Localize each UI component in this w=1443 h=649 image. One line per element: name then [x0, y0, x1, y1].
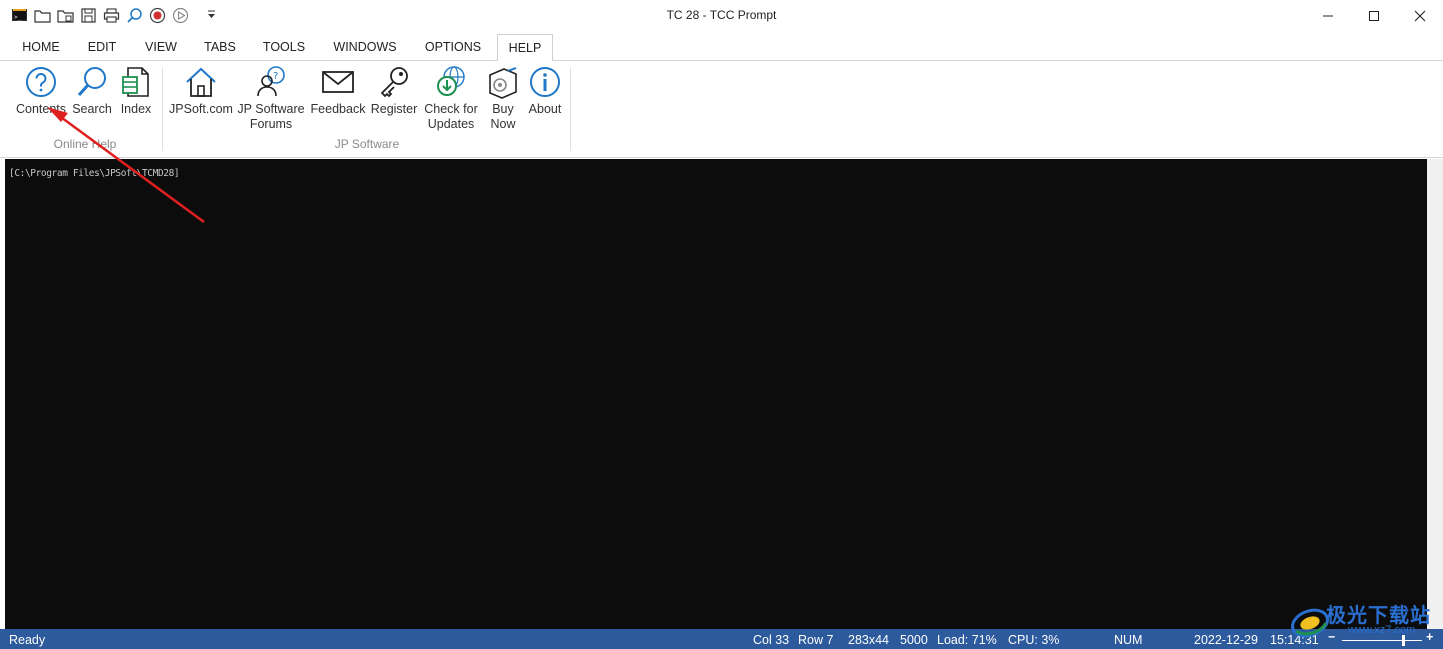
status-bar: Ready Col 33 Row 7 283x44 5000 Load: 71%…: [0, 629, 1443, 649]
tab-options[interactable]: OPTIONS: [416, 34, 490, 61]
status-window-size: 283x44: [848, 633, 890, 647]
check-for-updates-line1: Check for: [424, 102, 478, 116]
magnifier-icon: [77, 67, 106, 97]
contents-label: Contents: [15, 102, 67, 116]
forums-icon: ?: [257, 66, 285, 97]
buy-now-line1: Buy: [492, 102, 514, 116]
index-button[interactable]: Index: [116, 65, 156, 117]
group-separator: [570, 67, 571, 151]
question-circle-icon: [26, 67, 56, 97]
register-button[interactable]: Register: [369, 65, 419, 117]
index-icon: [122, 67, 149, 97]
globe-download-icon: [437, 66, 465, 96]
group-label-online-help: Online Help: [53, 137, 117, 151]
status-buffer: 5000: [900, 633, 928, 647]
buy-box-icon: [489, 67, 517, 99]
menu-tabs: HOME EDIT VIEW TABS TOOLS WINDOWS OPTION…: [0, 34, 1443, 62]
window-controls: [1305, 0, 1443, 32]
title-bar: >_ TC 28 - TCC Prompt: [0, 0, 1443, 32]
tab-windows[interactable]: WINDOWS: [323, 34, 407, 61]
status-row: Row 7: [798, 633, 834, 647]
buy-now-button[interactable]: Buy Now: [483, 65, 523, 132]
tab-help[interactable]: HELP: [497, 34, 553, 62]
buy-now-line2: Now: [490, 117, 516, 131]
watermark: 极光下载站 www.xz7.com: [1288, 597, 1438, 645]
check-for-updates-button[interactable]: Check for Updates: [421, 65, 481, 132]
search-button[interactable]: Search: [70, 65, 114, 117]
home-icon: [186, 67, 216, 97]
status-load: Load: 71%: [937, 633, 997, 647]
close-button[interactable]: [1397, 0, 1443, 32]
watermark-url: www.xz7.com: [1348, 624, 1416, 636]
window-title: TC 28 - TCC Prompt: [666, 8, 777, 22]
register-label: Register: [370, 102, 418, 116]
vertical-scrollbar[interactable]: [1427, 159, 1443, 629]
status-col: Col 33: [753, 633, 790, 647]
forums-label-line1: JP Software: [237, 102, 305, 116]
group-label-jp-software: JP Software: [334, 137, 400, 151]
tab-view[interactable]: VIEW: [134, 34, 188, 61]
group-separator: [162, 67, 163, 151]
envelope-icon: [322, 71, 354, 93]
key-icon: [380, 67, 408, 98]
about-label: About: [528, 102, 562, 116]
minimize-button[interactable]: [1305, 0, 1351, 32]
status-ready: Ready: [9, 633, 46, 647]
tab-edit[interactable]: EDIT: [78, 34, 126, 61]
about-button[interactable]: About: [524, 65, 566, 117]
feedback-label: Feedback: [310, 102, 366, 116]
info-circle-icon: [530, 67, 560, 97]
check-for-updates-line2: Updates: [427, 117, 475, 131]
jpsoft-com-label: JPSoft.com: [169, 102, 233, 116]
status-date: 2022-12-29: [1194, 633, 1258, 647]
forums-label-line2: Forums: [249, 117, 293, 131]
console-area[interactable]: [C:\Program Files\JPSoft\TCMD28]: [5, 159, 1427, 629]
tab-home[interactable]: HOME: [12, 34, 70, 61]
status-cpu: CPU: 3%: [1008, 633, 1060, 647]
maximize-button[interactable]: [1351, 0, 1397, 32]
index-label: Index: [120, 102, 152, 116]
ribbon: Contents Search Index Online Help JPSoft…: [0, 61, 1443, 158]
tab-tools[interactable]: TOOLS: [254, 34, 314, 61]
feedback-button[interactable]: Feedback: [308, 65, 368, 117]
forums-button[interactable]: ? JP Software Forums: [236, 65, 306, 132]
console-prompt: [C:\Program Files\JPSoft\TCMD28]: [9, 168, 180, 179]
status-num: NUM: [1114, 633, 1143, 647]
contents-button[interactable]: Contents: [14, 65, 68, 117]
jpsoft-com-button[interactable]: JPSoft.com: [168, 65, 234, 117]
search-label: Search: [72, 102, 112, 116]
svg-text:?: ?: [273, 71, 278, 82]
tab-tabs[interactable]: TABS: [195, 34, 245, 61]
